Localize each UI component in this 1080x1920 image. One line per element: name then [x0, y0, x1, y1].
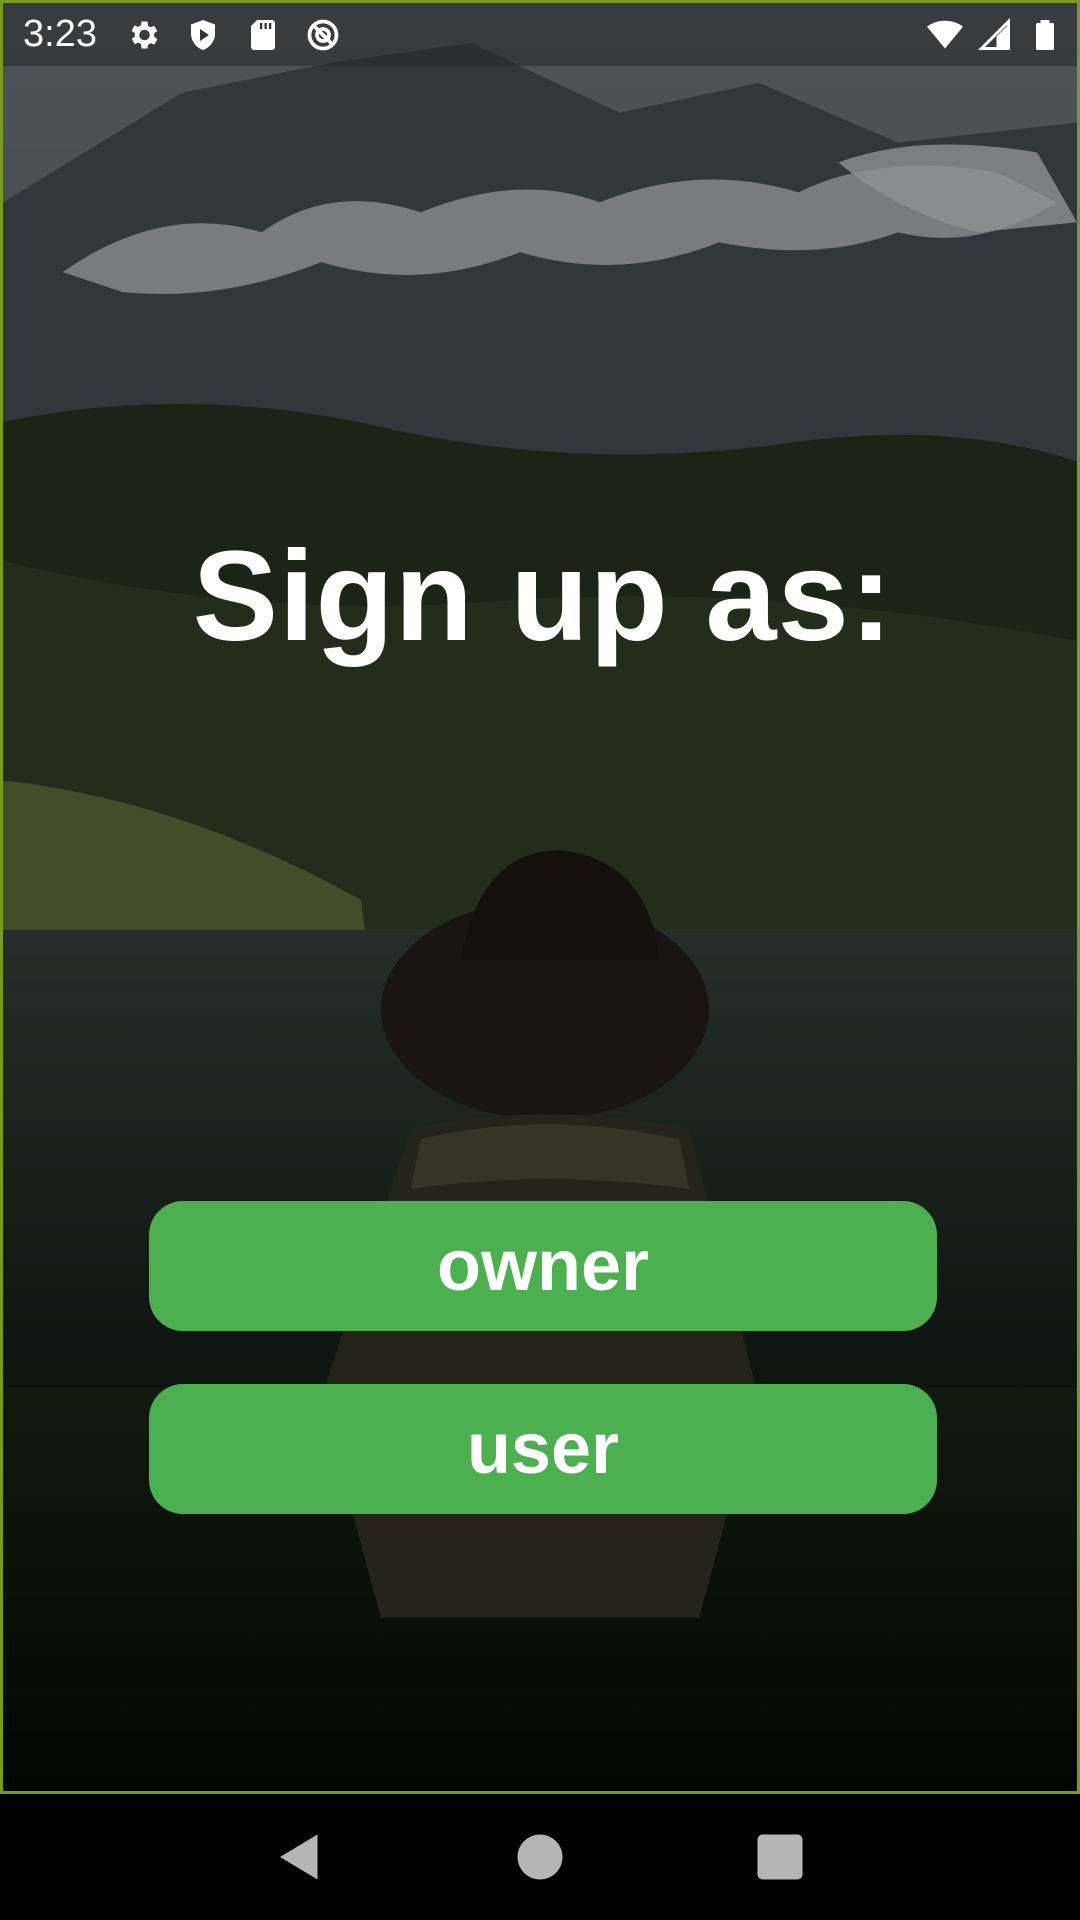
- no-disturb-icon: [305, 17, 341, 53]
- battery-icon: [1027, 17, 1063, 53]
- shield-play-icon: [185, 17, 221, 53]
- status-bar: 3:23: [3, 3, 1077, 66]
- cellular-signal-icon: [977, 17, 1013, 53]
- background-overlay: [3, 3, 1077, 1791]
- status-time: 3:23: [23, 13, 97, 55]
- user-button[interactable]: user: [149, 1384, 937, 1514]
- app-screen: 3:23 Sign up as: owner user: [0, 0, 1080, 1794]
- wifi-icon: [927, 17, 963, 53]
- home-icon[interactable]: [510, 1827, 570, 1887]
- recents-icon[interactable]: [750, 1827, 810, 1887]
- navigation-bar: [0, 1794, 1080, 1920]
- status-icons-right: [927, 17, 1063, 53]
- page-title: Sign up as:: [192, 525, 894, 668]
- settings-icon: [125, 17, 161, 53]
- sd-card-icon: [245, 17, 281, 53]
- back-icon[interactable]: [270, 1827, 330, 1887]
- owner-button[interactable]: owner: [149, 1201, 937, 1331]
- status-icons-left: [125, 17, 341, 53]
